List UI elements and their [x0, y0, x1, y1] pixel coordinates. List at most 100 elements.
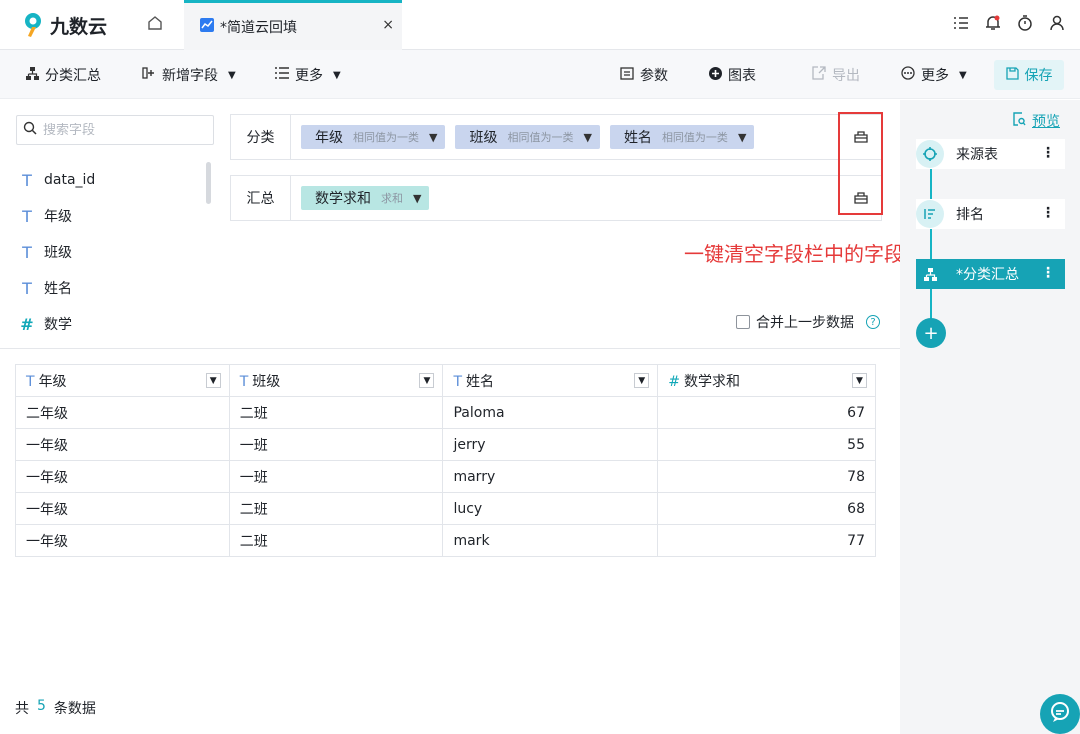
node-label: 排名 [956, 207, 984, 223]
number-type-icon: # [20, 314, 34, 334]
field-item-name[interactable]: T 姓名 [20, 270, 95, 306]
node-more-icon[interactable]: ⋮ [1041, 205, 1055, 221]
summary-label: 汇总 [231, 176, 291, 220]
save-button[interactable]: 保存 [994, 60, 1064, 90]
chip-sub: 相同值为一类 [353, 131, 419, 144]
more-right-label: 更多 [921, 68, 949, 84]
column-menu-icon[interactable]: ▼ [852, 373, 867, 388]
more-left-button[interactable]: 更多 ▼ [275, 64, 341, 86]
rank-icon [916, 200, 944, 228]
column-menu-icon[interactable]: ▼ [634, 373, 650, 388]
search-input[interactable] [43, 122, 193, 138]
flow-node-group-summary[interactable]: *分类汇总 ⋮ [916, 259, 1065, 289]
notification-bell-icon[interactable] [984, 12, 1002, 34]
list-icon [275, 67, 289, 83]
number-type-icon: # [668, 373, 680, 390]
chat-support-button[interactable] [1040, 694, 1080, 734]
tab-close-button[interactable]: × [382, 17, 394, 33]
column-header-name: T 姓名 ▼ [442, 364, 659, 397]
task-list-icon[interactable] [952, 12, 970, 34]
flow-connector [930, 155, 932, 330]
add-field-label: 新增字段 [162, 68, 218, 84]
table-cell: 二班 [228, 492, 444, 525]
chip-name: 年级 [315, 130, 343, 146]
table-cell: 78 [657, 460, 876, 493]
table-cell: 77 [657, 524, 876, 557]
column-header-class: T 班级 ▼ [228, 364, 444, 397]
top-bar: 九数云 *简道云回填 × [0, 0, 1080, 50]
more-right-button[interactable]: 更多 ▼ [901, 64, 967, 86]
field-item-grade[interactable]: T 年级 [20, 198, 95, 234]
group-summary-button[interactable]: 分类汇总 [26, 64, 101, 86]
home-tab[interactable] [130, 0, 180, 50]
summary-config-row: 汇总 数学求和 求和 ▼ [230, 175, 882, 221]
group-chips: 年级 相同值为一类 ▼ 班级 相同值为一类 ▼ 姓名 相同值为一类 ▼ [301, 125, 755, 149]
field-item-math[interactable]: # 数学 [20, 306, 95, 342]
chart-line-icon [200, 17, 214, 36]
group-chip-class[interactable]: 班级 相同值为一类 ▼ [455, 125, 600, 149]
table-cell: lucy [442, 492, 659, 525]
chip-dropdown-icon[interactable]: ▼ [429, 131, 437, 144]
field-item-data-id[interactable]: T data_id [20, 162, 95, 198]
field-panel: T data_id T 年级 T 班级 T 姓名 # 数学 [0, 100, 222, 348]
text-type-icon: T [26, 373, 35, 390]
summary-chips: 数学求和 求和 ▼ [301, 186, 430, 210]
flow-panel: 预览 来源表 ⋮ 排名 ⋮ *分类汇总 ⋮ + [900, 100, 1080, 734]
group-chip-grade[interactable]: 年级 相同值为一类 ▼ [301, 125, 446, 149]
caret-down-icon: ▼ [333, 69, 341, 81]
column-name: 数学求和 [683, 373, 740, 390]
merge-label: 合并上一步数据 [756, 315, 854, 331]
text-type-icon: T [22, 242, 32, 262]
field-list-scrollbar[interactable] [206, 162, 211, 204]
flow-node-rank[interactable]: 排名 ⋮ [916, 199, 1065, 229]
export-button[interactable]: 导出 [812, 64, 860, 86]
summary-chip-math-sum[interactable]: 数学求和 求和 ▼ [301, 186, 430, 210]
chip-sub: 求和 [381, 192, 403, 205]
source-icon [916, 140, 944, 168]
field-name: 班级 [44, 245, 72, 261]
node-more-icon[interactable]: ⋮ [1041, 265, 1055, 281]
column-menu-icon[interactable]: ▼ [205, 373, 221, 388]
group-chip-name[interactable]: 姓名 相同值为一类 ▼ [609, 125, 755, 149]
chip-dropdown-icon[interactable]: ▼ [413, 192, 421, 205]
help-icon[interactable]: ? [866, 315, 880, 329]
table-cell: 二班 [228, 396, 444, 429]
table-cell: 二年级 [15, 396, 230, 429]
chip-dropdown-icon[interactable]: ▼ [583, 131, 591, 144]
highlight-box [838, 112, 883, 215]
timer-icon[interactable] [1016, 12, 1034, 34]
table-cell: marry [442, 460, 659, 493]
chart-button[interactable]: 图表 [709, 64, 756, 86]
merge-option: 合并上一步数据 ? [736, 312, 880, 332]
preview-icon [1012, 112, 1026, 130]
node-more-icon[interactable]: ⋮ [1041, 145, 1055, 161]
table-cell: 55 [657, 428, 876, 461]
chip-name: 姓名 [623, 130, 652, 146]
params-button[interactable]: 参数 [620, 64, 668, 86]
more-left-label: 更多 [295, 68, 323, 84]
table-cell: 二班 [228, 524, 444, 557]
field-item-class[interactable]: T 班级 [20, 234, 95, 270]
row-count-value: 5 [37, 698, 46, 714]
document-tab[interactable]: *简道云回填 × [184, 0, 402, 50]
chip-sub: 相同值为一类 [661, 131, 728, 144]
table-cell: 67 [657, 396, 876, 429]
merge-checkbox[interactable] [736, 315, 750, 329]
table-row: 一年级 二班 mark 77 [15, 524, 876, 557]
table-row: 一年级 二班 lucy 68 [15, 492, 876, 525]
app-logo[interactable]: 九数云 [22, 11, 107, 39]
group-summary-label: 分类汇总 [45, 68, 101, 84]
chart-label: 图表 [728, 68, 756, 84]
user-icon[interactable] [1048, 12, 1066, 34]
table-cell: 一班 [228, 460, 444, 493]
caret-down-icon: ▼ [228, 69, 236, 81]
column-menu-icon[interactable]: ▼ [419, 373, 435, 388]
flow-node-source-table[interactable]: 来源表 ⋮ [916, 139, 1065, 169]
preview-link[interactable]: 预览 [1012, 111, 1060, 131]
column-name: 年级 [38, 373, 67, 390]
column-name: 班级 [252, 373, 281, 390]
add-step-button[interactable]: + [916, 318, 946, 348]
add-field-button[interactable]: 新增字段 ▼ [142, 64, 236, 86]
text-type-icon: T [453, 373, 463, 390]
chip-dropdown-icon[interactable]: ▼ [738, 131, 746, 144]
